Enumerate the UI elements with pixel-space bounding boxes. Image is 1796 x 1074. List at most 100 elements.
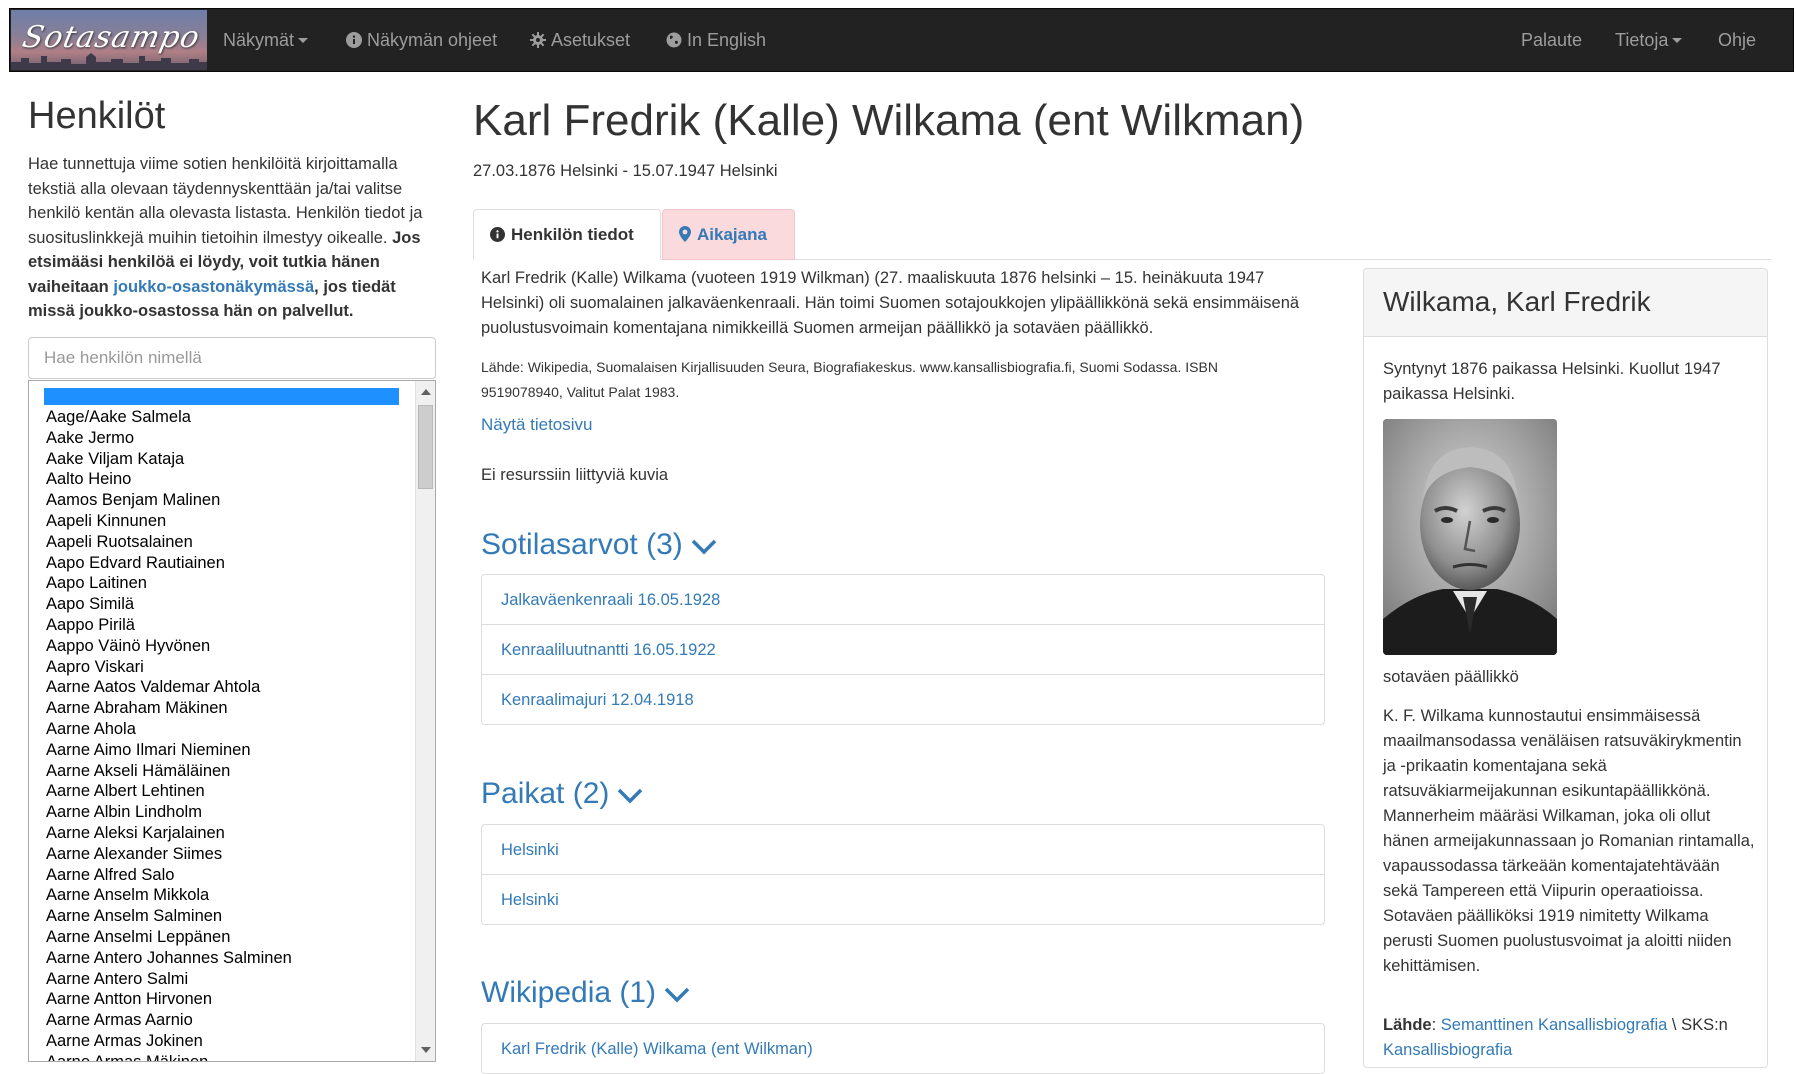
nav-info-label: Tietoja <box>1615 30 1669 50</box>
scroll-thumb[interactable] <box>418 405 433 489</box>
person-list-item[interactable]: Aarne Akseli Hämäläinen <box>46 761 406 782</box>
biography-sources: Lähde: Semanttinen Kansallisbiografia \ … <box>1383 1016 1728 1059</box>
nav-info-dropdown[interactable]: Tietoja <box>1615 9 1683 71</box>
scroll-down-arrow-icon[interactable] <box>421 1047 431 1053</box>
portrait-image <box>1383 419 1557 655</box>
person-list-item[interactable]: Aarne Antero Johannes Salminen <box>46 948 406 969</box>
biography-card-title: Wilkama, Karl Fredrik <box>1364 269 1767 337</box>
person-list-item[interactable]: Aarne Armas Mäkinen <box>46 1052 406 1061</box>
nav-help[interactable]: Ohje <box>1718 9 1756 71</box>
rank-list-item[interactable]: Jalkaväenkenraali 16.05.1928 <box>482 575 1324 624</box>
place-list-item[interactable]: Helsinki <box>482 874 1324 924</box>
person-list-item[interactable]: Aarne Abraham Mäkinen <box>46 698 406 719</box>
top-navbar: Sotasampo Näkymät Näkymän ohjeet Asetuks… <box>9 8 1794 72</box>
unit-view-link[interactable]: joukko-osastonäkymässä <box>113 278 314 296</box>
sources-separator: \ SKS:n <box>1667 1016 1728 1034</box>
nav-settings-label: Asetukset <box>551 30 631 50</box>
person-list-item[interactable]: Aarne Armas Jokinen <box>46 1031 406 1052</box>
nav-in-english[interactable]: In English <box>666 9 766 71</box>
person-list-item[interactable]: Aarne Antero Salmi <box>46 969 406 990</box>
map-marker-icon <box>679 226 691 242</box>
person-list-item[interactable]: Aarne Aimo Ilmari Nieminen <box>46 740 406 761</box>
portrait-caption: sotaväen päällikkö <box>1383 668 1519 686</box>
national-biography-link[interactable]: Kansallisbiografia <box>1383 1041 1512 1059</box>
person-list-item[interactable]: Aake Viljam Kataja <box>46 449 406 470</box>
scroll-up-arrow-icon[interactable] <box>421 389 431 395</box>
sources-label: Lähde <box>1383 1016 1432 1034</box>
wikipedia-section-toggle[interactable]: Wikipedia (1) <box>481 976 690 1010</box>
person-summary: Karl Fredrik (Kalle) Wilkama (vuoteen 19… <box>481 269 1300 337</box>
person-list-item[interactable]: Aapeli Kinnunen <box>46 511 406 532</box>
chevron-down-icon <box>691 539 716 555</box>
person-list-item[interactable]: Aapo Edvard Rautiainen <box>46 553 406 574</box>
nav-view-instructions[interactable]: Näkymän ohjeet <box>346 9 497 71</box>
person-dates: 27.03.1876 Helsinki - 15.07.1947 Helsink… <box>473 162 778 180</box>
caret-down-icon <box>298 38 309 43</box>
logo-text: Sotasampo <box>19 20 204 55</box>
nav-feedback[interactable]: Palaute <box>1521 9 1582 71</box>
person-list-item[interactable]: Aappo Väinö Hyvönen <box>46 636 406 657</box>
person-list-item[interactable]: Aarne Alexander Siimes <box>46 844 406 865</box>
chevron-down-icon <box>618 788 643 804</box>
wikipedia-list: Karl Fredrik (Kalle) Wilkama (ent Wilkma… <box>481 1023 1325 1074</box>
selected-empty-option[interactable] <box>44 388 399 405</box>
person-list-item[interactable]: Aarne Alfred Salo <box>46 865 406 886</box>
person-list-item[interactable]: Aappo Pirilä <box>46 615 406 636</box>
person-list-item[interactable]: Aapo Laitinen <box>46 573 406 594</box>
birth-death-text: Syntynyt 1876 paikassa Helsinki. Kuollut… <box>1383 360 1721 403</box>
nav-instructions-label: Näkymän ohjeet <box>367 30 498 50</box>
places-list: Helsinki Helsinki <box>481 824 1325 925</box>
nav-views-dropdown[interactable]: Näkymät <box>223 9 309 71</box>
ranks-list: Jalkaväenkenraali 16.05.1928 Kenraaliluut… <box>481 574 1325 725</box>
listbox-scrollbar[interactable] <box>415 381 435 1061</box>
person-source: Lähde: Wikipedia, Suomalaisen Kirjallisu… <box>481 359 1218 400</box>
person-listbox[interactable]: Aage/Aake Salmela Aake Jermo Aake Viljam K… <box>28 380 436 1062</box>
person-list-item[interactable]: Aarne Aleksi Karjalainen <box>46 823 406 844</box>
nav-english-label: In English <box>687 30 767 50</box>
person-list-item[interactable]: Aamos Benjam Malinen <box>46 490 406 511</box>
person-list-item[interactable]: Aarne Anselmi Leppänen <box>46 927 406 948</box>
rank-list-item[interactable]: Kenraaliluutnantti 16.05.1922 <box>482 624 1324 674</box>
info-circle-icon <box>490 227 505 242</box>
person-search-input[interactable] <box>28 337 436 379</box>
info-circle-icon <box>346 32 362 48</box>
person-list-item[interactable]: Aalto Heino <box>46 469 406 490</box>
intro-text: Hae tunnettuja viime sotien henkilöitä k… <box>28 155 423 247</box>
sotasampo-logo[interactable]: Sotasampo <box>11 10 207 70</box>
person-list-item[interactable]: Aapeli Ruotsalainen <box>46 532 406 553</box>
persons-heading: Henkilöt <box>28 95 166 137</box>
biography-card: Wilkama, Karl Fredrik Syntynyt 1876 paik… <box>1363 268 1768 1068</box>
nav-settings[interactable]: Asetukset <box>530 9 630 71</box>
tab-person-info[interactable]: Henkilön tiedot <box>473 209 661 260</box>
tab-timeline[interactable]: Aikajana <box>662 209 795 260</box>
ranks-section-toggle[interactable]: Sotilasarvot (3) <box>481 528 717 562</box>
tab-timeline-label: Aikajana <box>697 225 767 244</box>
person-list-item[interactable]: Aarne Anselm Salminen <box>46 906 406 927</box>
no-images-text: Ei resurssiin liittyviä kuvia <box>481 466 669 484</box>
person-list-item[interactable]: Aarne Ahola <box>46 719 406 740</box>
places-section-toggle[interactable]: Paikat (2) <box>481 777 643 811</box>
person-name-heading: Karl Fredrik (Kalle) Wilkama (ent Wilkma… <box>473 96 1305 145</box>
person-list-item[interactable]: Aage/Aake Salmela <box>46 407 406 428</box>
person-list-item[interactable]: Aarne Antton Hirvonen <box>46 989 406 1010</box>
places-section-title: Paikat (2) <box>481 777 610 810</box>
globe-icon <box>666 32 682 48</box>
person-list-item[interactable]: Aapro Viskari <box>46 657 406 678</box>
person-list-item[interactable]: Aarne Albert Lehtinen <box>46 781 406 802</box>
person-list-item[interactable]: Aapo Similä <box>46 594 406 615</box>
wikipedia-list-item[interactable]: Karl Fredrik (Kalle) Wilkama (ent Wilkma… <box>482 1024 1324 1073</box>
semantic-national-biography-link[interactable]: Semanttinen Kansallisbiografia <box>1441 1016 1668 1034</box>
rank-list-item[interactable]: Kenraalimajuri 12.04.1918 <box>482 674 1324 724</box>
person-portrait <box>1383 419 1557 655</box>
person-list-item[interactable]: Aarne Armas Aarnio <box>46 1010 406 1031</box>
persons-intro: Hae tunnettuja viime sotien henkilöitä k… <box>28 152 438 324</box>
person-list-item[interactable]: Aarne Albin Lindholm <box>46 802 406 823</box>
nav-feedback-label: Palaute <box>1521 30 1583 50</box>
tab-person-info-label: Henkilön tiedot <box>511 225 634 244</box>
show-info-page-link[interactable]: Näytä tietosivu <box>481 415 593 435</box>
place-list-item[interactable]: Helsinki <box>482 825 1324 874</box>
person-list-item[interactable]: Aake Jermo <box>46 428 406 449</box>
person-list-item[interactable]: Aarne Anselm Mikkola <box>46 885 406 906</box>
person-list: Aage/Aake Salmela Aake Jermo Aake Viljam K… <box>46 407 406 1061</box>
person-list-item[interactable]: Aarne Aatos Valdemar Ahtola <box>46 677 406 698</box>
